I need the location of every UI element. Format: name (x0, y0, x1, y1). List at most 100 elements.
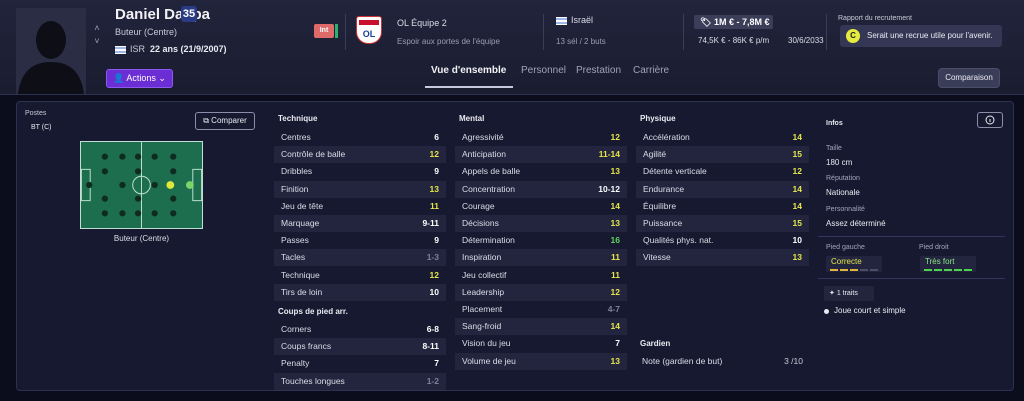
info-options-button[interactable] (977, 112, 1003, 128)
attribute-label: Vision du jeu (462, 338, 511, 349)
attribute-value: 14 (610, 200, 620, 211)
attribute-label: Détermination (462, 235, 515, 246)
attribute-label: Concentration (462, 183, 515, 194)
comparison-button[interactable]: Comparaison (938, 68, 1000, 88)
attribute-row[interactable]: Penalty 7 (274, 355, 446, 372)
wage: 74,5K € - 86K € p/m (698, 36, 770, 45)
attribute-value: 13 (610, 218, 620, 228)
attribute-label: Passes (281, 235, 309, 246)
attribute-row[interactable]: Décisions 13 (455, 215, 627, 232)
attribute-row[interactable]: Équilibre 14 (636, 198, 809, 215)
mental-title: Mental (459, 114, 485, 123)
attribute-row[interactable]: Passes 9 (274, 232, 446, 249)
attribute-row[interactable]: Sang-froid 14 (455, 318, 627, 336)
attribute-label: Vitesse (643, 252, 671, 263)
attribute-row[interactable]: Courage 14 (455, 198, 627, 215)
attribute-value: 12 (610, 286, 620, 297)
recruitment-grade: C (846, 29, 860, 43)
tab-carriere[interactable]: Carrière (633, 65, 669, 76)
attribute-value: 13 (792, 252, 802, 263)
attribute-row[interactable]: Accélération 14 (636, 129, 809, 146)
recruitment-text: Serait une recrue utile pour l'avenir. (867, 31, 993, 40)
attribute-row[interactable]: Dribbles 9 (274, 163, 446, 180)
attribute-row[interactable]: Tacles 1-3 (274, 249, 446, 267)
player-nav-arrows[interactable]: ˄ ˅ (92, 22, 102, 48)
attribute-label: Corners (281, 324, 312, 334)
attribute-value: 12 (429, 269, 439, 280)
tab-overview[interactable]: Vue d'ensemble (431, 65, 506, 76)
attribute-value: 11 (430, 200, 439, 211)
attribute-row[interactable]: Détente verticale 12 (636, 163, 809, 180)
attribute-value: 16 (610, 235, 620, 246)
attribute-row[interactable]: Technique 12 (274, 267, 446, 284)
attribute-label: Anticipation (462, 149, 506, 160)
attribute-row[interactable]: Placement 4-7 (455, 301, 627, 318)
attribute-row[interactable]: Finition 13 (274, 180, 446, 198)
personality-label: Personnalité (826, 206, 865, 213)
divider (818, 236, 1005, 237)
tab-prestation[interactable]: Prestation (576, 65, 621, 76)
attribute-row[interactable]: Puissance 15 (636, 215, 809, 232)
attribute-row[interactable]: Contrôle de balle 12 (274, 146, 446, 164)
club-logo[interactable]: OL (356, 16, 382, 44)
attribute-value: 6-8 (426, 324, 439, 334)
tab-personnel[interactable]: Personnel (521, 65, 566, 76)
goalkeeper-rating-row: Note (gardien de but) 3 /10 (635, 353, 810, 370)
attribute-row[interactable]: Jeu collectif 11 (455, 267, 627, 284)
attribute-row[interactable]: Vision du jeu 7 (455, 335, 627, 352)
attribute-row[interactable]: Concentration 10-12 (455, 180, 627, 198)
attribute-value: 10 (792, 235, 802, 246)
goalkeeper-rating-value: 3 /10 (784, 356, 803, 366)
attribute-value: 13 (429, 183, 439, 194)
attribute-row[interactable]: Endurance 14 (636, 180, 809, 198)
attribute-value: 4-7 (607, 304, 620, 314)
attribute-row[interactable]: Détermination 16 (455, 232, 627, 249)
attribute-row[interactable]: Marquage 9-11 (274, 215, 446, 232)
infos-title: Infos (826, 120, 843, 127)
attribute-value: 13 (610, 355, 620, 366)
bullet-icon (824, 309, 829, 314)
positions-label: Postes (25, 110, 47, 117)
attribute-label: Penalty (281, 358, 310, 369)
goalkeeper-rating-label: Note (gardien de but) (642, 356, 723, 366)
actions-label: Actions (126, 73, 156, 83)
transfer-value: 🏷 1M € - 7,8M € (694, 15, 773, 29)
attribute-row[interactable]: Qualités phys. nat. 10 (636, 232, 809, 249)
club-name[interactable]: OL Équipe 2 (397, 18, 447, 28)
squad-number-badge: 35 (181, 6, 197, 22)
attribute-row[interactable]: Volume de jeu 13 (455, 352, 627, 370)
attribute-row[interactable]: Agressivité 12 (455, 129, 627, 146)
left-foot-bar (830, 269, 878, 271)
traits-badge[interactable]: ✦ 1 traits (824, 286, 874, 301)
attribute-row[interactable]: Coups francs 8-11 (274, 338, 446, 356)
attribute-label: Décisions (462, 218, 499, 228)
attribute-row[interactable]: Centres 6 (274, 129, 446, 146)
attribute-value: 9 (434, 235, 439, 246)
attribute-label: Leadership (462, 286, 505, 297)
attribute-row[interactable]: Anticipation 11-14 (455, 146, 627, 164)
right-foot-label: Pied droit (919, 244, 949, 251)
attribute-row[interactable]: Vitesse 13 (636, 249, 809, 267)
israel-flag-icon (556, 16, 567, 25)
compare-button[interactable]: ⧉ Comparer (195, 112, 255, 130)
attribute-row[interactable]: Agilité 15 (636, 146, 809, 164)
attribute-row[interactable]: Leadership 12 (455, 283, 627, 301)
attribute-value: 10-12 (598, 183, 620, 194)
attribute-label: Volume de jeu (462, 355, 516, 366)
actions-button[interactable]: 👤 Actions ⌄ (106, 69, 173, 88)
recruitment-report[interactable]: C Serait une recrue utile pour l'avenir. (840, 25, 1002, 47)
attribute-row[interactable]: Corners 6-8 (274, 321, 446, 338)
attribute-value: 14 (792, 132, 802, 142)
attribute-row[interactable]: Tirs de loin 10 (274, 283, 446, 301)
attribute-row[interactable]: Jeu de tête 11 (274, 198, 446, 215)
personality-value: Assez déterminé (826, 219, 886, 228)
attribute-label: Contrôle de balle (281, 149, 346, 160)
attribute-row[interactable]: Touches longues 1-2 (274, 372, 446, 390)
height-label: Taille (826, 145, 842, 152)
attribute-row[interactable]: Inspiration 11 (455, 249, 627, 267)
attribute-value: 15 (792, 149, 802, 160)
attribute-value: 7 (434, 358, 439, 369)
positions-value: BT (C) (31, 124, 52, 131)
attribute-row[interactable]: Appels de balle 13 (455, 163, 627, 180)
attribute-value: 12 (610, 132, 620, 142)
